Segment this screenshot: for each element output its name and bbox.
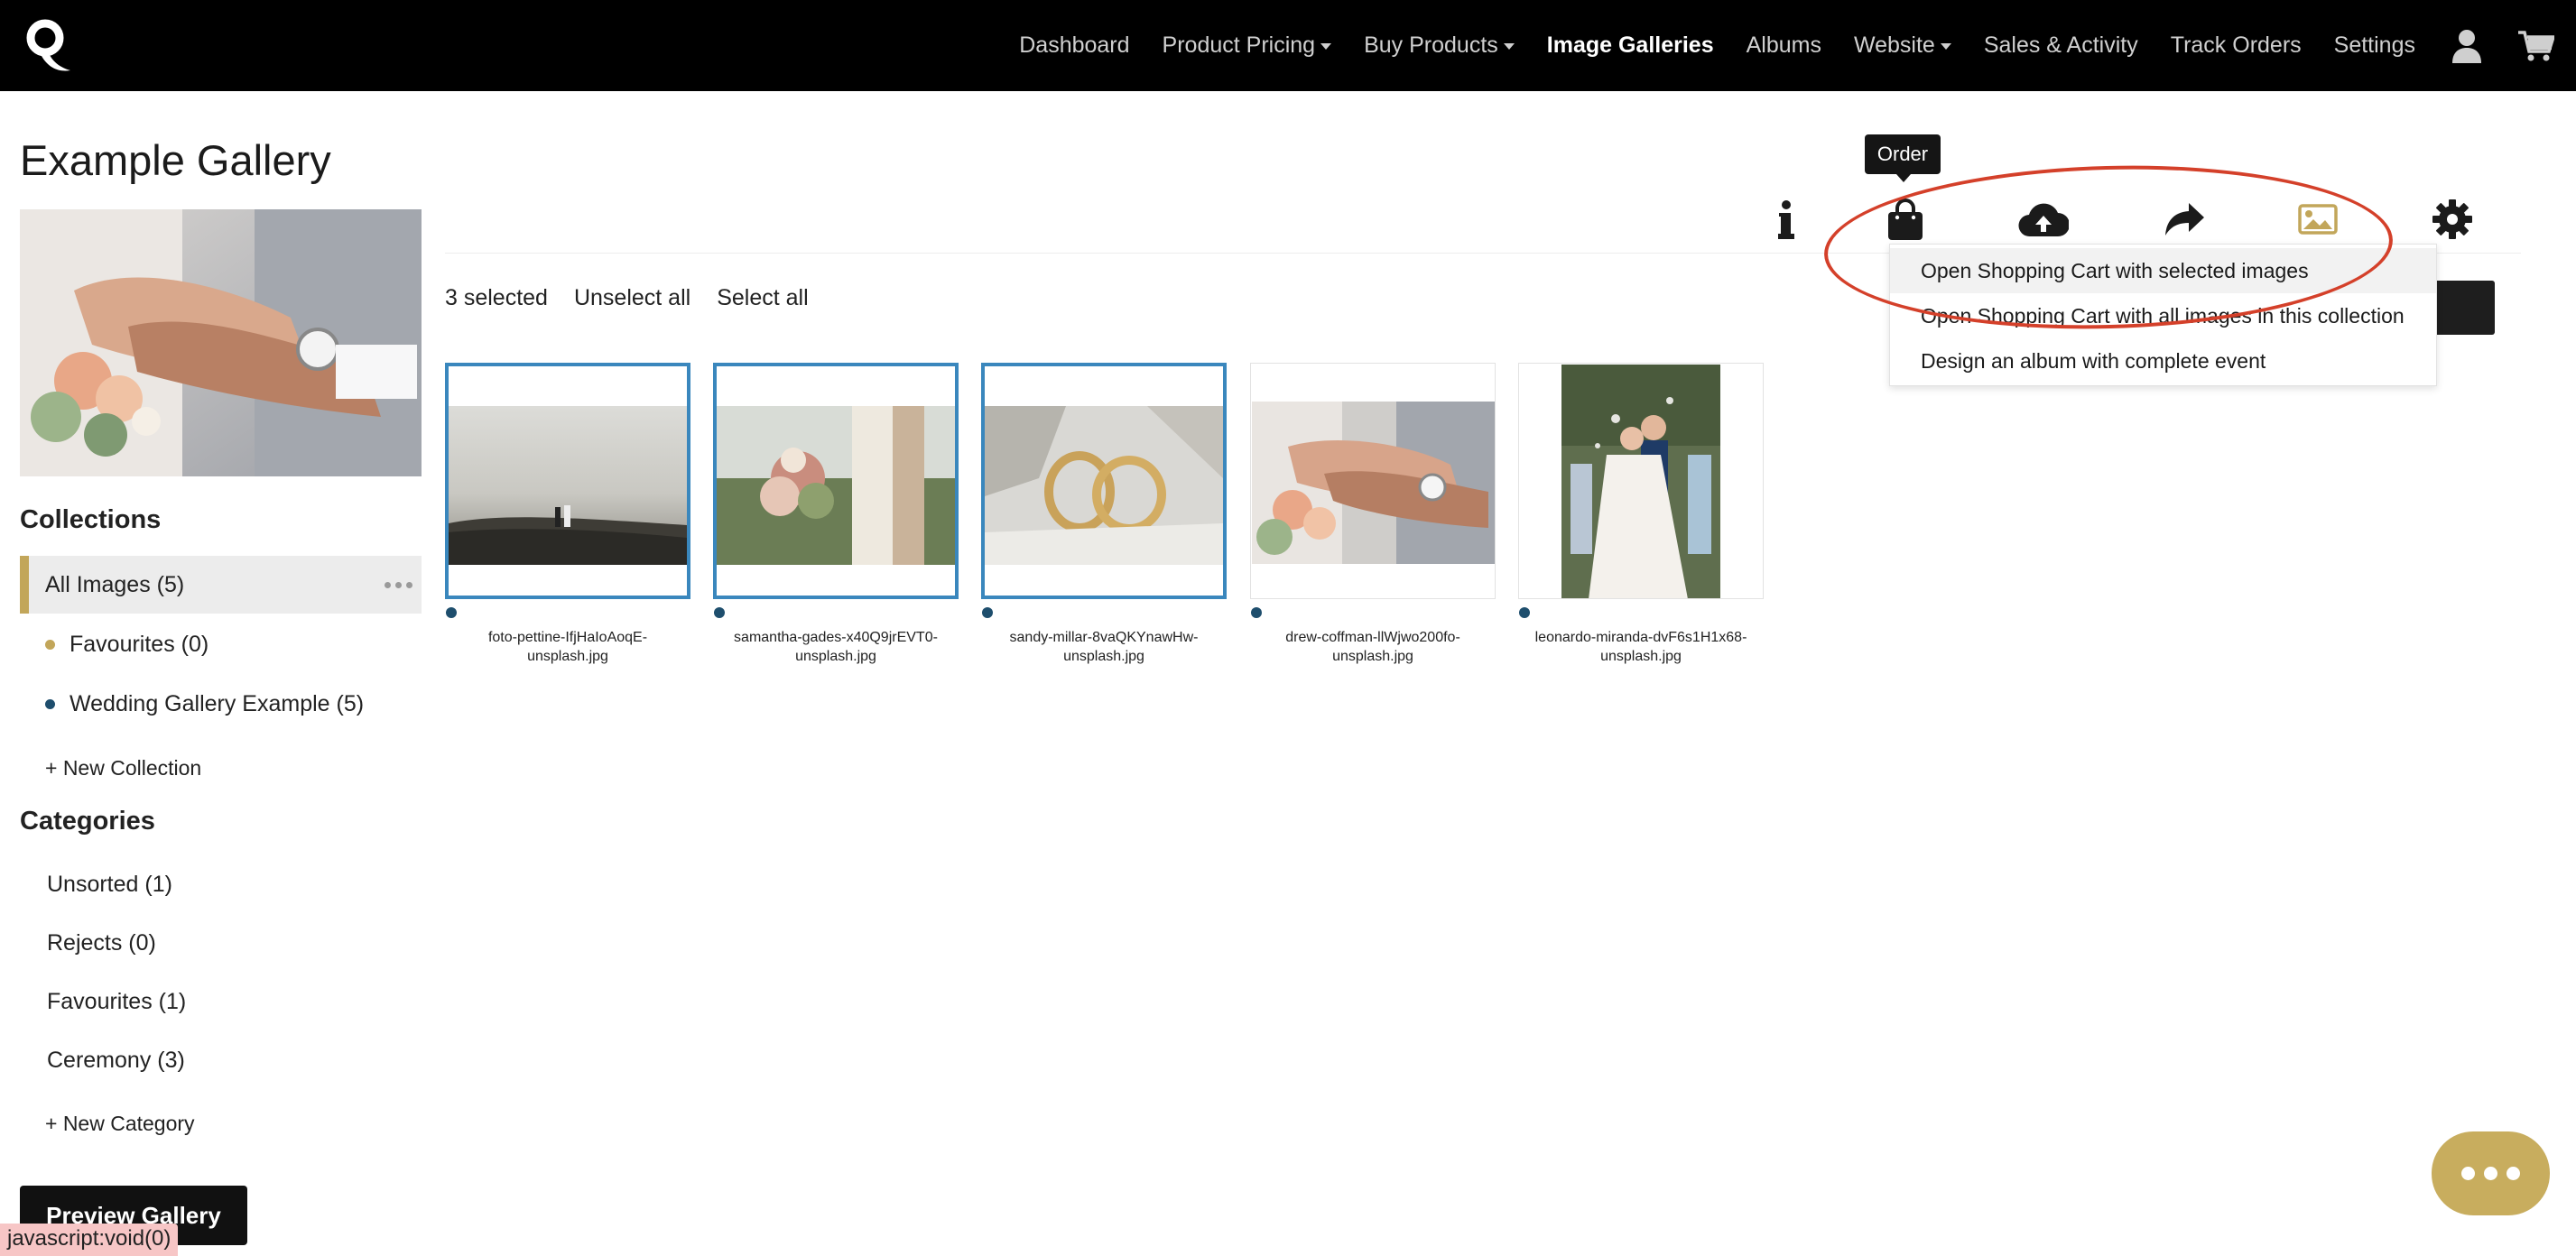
selected-count: 3 selected <box>445 285 548 310</box>
shopping-bag-icon[interactable] <box>1886 194 1924 245</box>
collection-label: Wedding Gallery Example (5) <box>69 691 365 716</box>
gear-icon[interactable] <box>2432 194 2473 245</box>
menu-item-cart-selected[interactable]: Open Shopping Cart with selected images <box>1890 248 2436 293</box>
category-favourites[interactable]: Favourites (1) <box>47 989 186 1015</box>
order-tooltip: Order <box>1865 134 1941 182</box>
caret-down-icon <box>1320 43 1332 50</box>
image-thumbnail[interactable] <box>445 363 690 599</box>
status-bar-url: javascript:void(0) <box>0 1224 179 1256</box>
caret-down-icon <box>1503 43 1515 50</box>
new-collection-link[interactable]: + New Collection <box>45 756 201 780</box>
category-label: Unsorted (1) <box>47 872 172 897</box>
collection-dot <box>714 607 725 618</box>
collection-label: All Images (5) <box>45 571 185 597</box>
nav-settings[interactable]: Settings <box>2334 32 2415 59</box>
chat-bubble-button[interactable] <box>2432 1131 2550 1215</box>
nav-label: Product Pricing <box>1162 32 1316 58</box>
nav-label: Buy Products <box>1364 32 1498 58</box>
cloud-upload-icon[interactable] <box>2018 194 2069 245</box>
image-filename: sandy-millar-8vaQKYnawHw-unsplash.jpg <box>1009 630 1199 664</box>
selection-bar: 3 selected Unselect all Select all <box>445 285 835 311</box>
nav-sales-activity[interactable]: Sales & Activity <box>1984 32 2138 59</box>
nav-label: Image Galleries <box>1546 32 1714 58</box>
collection-dot <box>982 607 993 618</box>
nav-website[interactable]: Website <box>1854 32 1951 59</box>
nav-label: Albums <box>1746 32 1821 58</box>
caret-down-icon <box>1940 43 1951 50</box>
more-options-icon[interactable] <box>385 582 412 588</box>
category-rejects[interactable]: Rejects (0) <box>47 930 156 956</box>
select-all-link[interactable]: Select all <box>717 285 808 311</box>
user-icon[interactable] <box>2451 29 2482 63</box>
category-unsorted[interactable]: Unsorted (1) <box>47 872 172 898</box>
nav-dashboard[interactable]: Dashboard <box>1019 32 1129 59</box>
cart-icon[interactable] <box>2518 30 2554 62</box>
collection-color-dot <box>45 699 55 709</box>
collection-favourites[interactable]: Favourites (0) <box>45 632 209 658</box>
collection-dot <box>1519 607 1530 618</box>
image-thumbnail[interactable] <box>981 363 1227 599</box>
categories-heading: Categories <box>20 807 155 836</box>
nav-label: Website <box>1853 32 1935 58</box>
image-filename: foto-pettine-IfjHaIoAoqE-unsplash.jpg <box>487 630 648 664</box>
nav-label: Track Orders <box>2170 32 2302 58</box>
image-icon[interactable] <box>2298 194 2338 245</box>
nav-albums[interactable]: Albums <box>1747 32 1821 59</box>
nav-label: Dashboard <box>1019 32 1130 58</box>
nav-image-galleries[interactable]: Image Galleries <box>1547 32 1714 59</box>
image-filename: drew-coffman-llWjwo200fo-unsplash.jpg <box>1285 630 1460 664</box>
page-title: Example Gallery <box>20 136 331 184</box>
category-label: Favourites (1) <box>47 989 187 1014</box>
image-filename: samantha-gades-x40Q9jrEVT0- unsplash.jpg <box>734 630 938 664</box>
nav-label: Sales & Activity <box>1983 32 2138 58</box>
new-category-link[interactable]: + New Category <box>45 1112 195 1136</box>
collection-dot <box>1251 607 1262 618</box>
collections-heading: Collections <box>20 505 162 534</box>
category-label: Rejects (0) <box>47 930 156 956</box>
collection-color-dot <box>45 640 55 650</box>
info-icon[interactable] <box>1773 194 1800 245</box>
unselect-all-link[interactable]: Unselect all <box>574 285 690 311</box>
nav-menu: Dashboard Product Pricing Buy Products I… <box>987 0 2554 91</box>
collection-all-images[interactable]: All Images (5) <box>20 556 422 614</box>
menu-item-design-album[interactable]: Design an album with complete event <box>1890 338 2436 383</box>
image-thumbnail[interactable] <box>713 363 959 599</box>
top-navbar: Dashboard Product Pricing Buy Products I… <box>0 0 2576 91</box>
nav-buy-products[interactable]: Buy Products <box>1364 32 1515 59</box>
nav-product-pricing[interactable]: Product Pricing <box>1163 32 1332 59</box>
image-thumbnail[interactable] <box>1518 363 1764 599</box>
category-label: Ceremony (3) <box>47 1048 185 1073</box>
collection-wedding-gallery[interactable]: Wedding Gallery Example (5) <box>45 691 365 717</box>
logo-icon[interactable] <box>23 16 72 74</box>
order-dropdown-menu: Open Shopping Cart with selected images … <box>1889 244 2437 386</box>
share-icon[interactable] <box>2163 194 2206 245</box>
nav-track-orders[interactable]: Track Orders <box>2171 32 2302 59</box>
image-filename: leonardo-miranda-dvF6s1H1x68- unsplash.jp… <box>1534 630 1747 664</box>
image-thumbnail[interactable] <box>1250 363 1496 599</box>
nav-label: Settings <box>2333 32 2415 58</box>
menu-item-cart-all[interactable]: Open Shopping Cart with all images in th… <box>1890 293 2436 338</box>
gallery-cover-image <box>20 209 422 476</box>
category-ceremony[interactable]: Ceremony (3) <box>47 1048 185 1074</box>
collection-dot <box>446 607 457 618</box>
collection-label: Favourites (0) <box>69 632 209 657</box>
